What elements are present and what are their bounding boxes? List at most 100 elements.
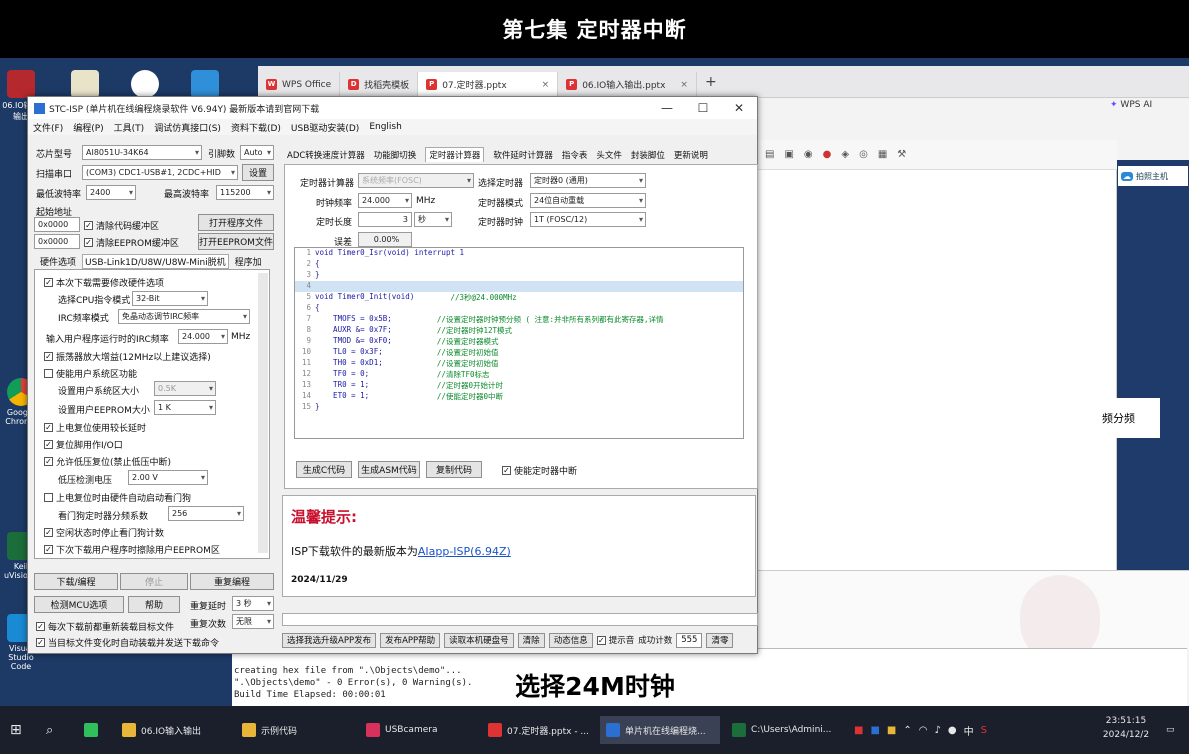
menu-program[interactable]: 编程(P)	[73, 121, 103, 134]
tip-version-link[interactable]: AIapp-ISP(6.94Z)	[418, 545, 511, 558]
clock[interactable]: 23:51:15 2024/12/2	[1098, 714, 1154, 742]
tab-offline[interactable]: USB-Link1D/U8W/U8W-Mini脱机	[82, 254, 229, 269]
irc-freq-select[interactable]: 24.000	[178, 329, 228, 344]
read-disk-button[interactable]: 读取本机硬盘号	[444, 632, 514, 648]
toolbar-icon[interactable]: ⚒	[897, 149, 906, 160]
wps-tab-home[interactable]: W WPS Office	[258, 71, 341, 98]
chk-auto-send[interactable]: ✓ 当目标文件变化时自动装载并发送下载命令	[36, 636, 219, 649]
tray-icon[interactable]: ■	[854, 725, 863, 736]
timer-tool-select[interactable]: 系统频率(FOSC)	[358, 173, 474, 188]
copy-code-button[interactable]: 复制代码	[426, 461, 482, 478]
minimize-button[interactable]: —	[649, 101, 685, 115]
publish-help-button[interactable]: 发布APP帮助	[380, 632, 441, 648]
wifi-icon[interactable]: ◠	[919, 725, 928, 736]
beep-checkbox[interactable]: ✓ 提示音	[596, 634, 634, 646]
stop-button[interactable]: 停止	[120, 573, 188, 590]
gen-c-button[interactable]: 生成C代码	[296, 461, 352, 478]
tab-pin-switch[interactable]: 功能脚切换	[374, 149, 417, 161]
option-idle-wdt[interactable]: ✓ 空闲状态时停止看门狗计数	[44, 526, 164, 539]
chk-reload[interactable]: ✓ 每次下载前都重新装载目标文件	[36, 620, 174, 633]
taskbar-item-io-folder[interactable]: 06.IO输入输出	[116, 716, 226, 744]
publish-app-button[interactable]: 选择我选升级APP发布	[282, 632, 377, 648]
tab-program[interactable]: 程序加	[235, 255, 262, 268]
tray-icon[interactable]: ⌃	[903, 725, 911, 736]
menu-download[interactable]: 资料下载(D)	[231, 121, 281, 134]
close-button[interactable]: ✕	[721, 101, 757, 115]
min-baud-select[interactable]: 2400	[86, 185, 136, 200]
menu-file[interactable]: 文件(F)	[33, 121, 63, 134]
gen-asm-button[interactable]: 生成ASM代码	[358, 461, 420, 478]
toolbar-icon[interactable]: ▣	[784, 149, 793, 160]
taskbar-item-keil[interactable]: C:\Users\Admini...	[726, 716, 842, 744]
ime-indicator[interactable]: 中	[964, 723, 974, 738]
toolbar-icon[interactable]: ▤	[765, 149, 774, 160]
tray-icon[interactable]: ■	[870, 725, 879, 736]
menu-debug[interactable]: 调试仿真接口(S)	[154, 121, 221, 134]
maximize-button[interactable]: ☐	[685, 101, 721, 115]
select-timer-select[interactable]: 定时器0 (通用)	[530, 173, 646, 188]
search-button[interactable]: ⌕	[40, 716, 59, 744]
code-addr-input[interactable]: 0x0000	[34, 217, 80, 232]
open-program-button[interactable]: 打开程序文件	[198, 214, 274, 231]
toolbar-icon[interactable]: ●	[823, 149, 832, 160]
option-reset-io[interactable]: ✓ 复位脚用作I/O口	[44, 438, 123, 451]
side-photo-button[interactable]: ☁ 拍照主机	[1118, 166, 1188, 186]
settings-button[interactable]: 设置	[242, 164, 274, 181]
cpu-mode-select[interactable]: 32-Bit	[132, 291, 208, 306]
option-erase-eeprom[interactable]: ✓ 下次下载用户程序时擦除用户EEPROM区	[44, 543, 220, 556]
option-osc-gain[interactable]: ✓ 振荡器放大增益(12MHz以上建议选择)	[44, 350, 211, 363]
clock-freq-select[interactable]: 24.000	[358, 193, 412, 208]
timer-clock-select[interactable]: 1T (FOSC/12)	[530, 212, 646, 227]
notification-button[interactable]: ▭	[1160, 716, 1181, 744]
reprogram-button[interactable]: 重复编程	[190, 573, 274, 590]
menu-tools[interactable]: 工具(T)	[114, 121, 145, 134]
max-baud-select[interactable]: 115200	[216, 185, 274, 200]
taskbar-item-sample-code[interactable]: 示例代码	[236, 716, 346, 744]
menu-english[interactable]: English	[369, 122, 402, 132]
tab-instructions[interactable]: 指令表	[562, 149, 588, 161]
close-icon[interactable]: ×	[542, 80, 550, 90]
timer-length-input[interactable]: 3	[358, 212, 412, 227]
option-user-sys[interactable]: 使能用户系统区功能	[44, 367, 137, 380]
reset-count-button[interactable]: 清零	[706, 632, 734, 648]
toolbar-icon[interactable]: ▦	[878, 149, 887, 160]
menu-usb-driver[interactable]: USB驱动安装(D)	[291, 121, 359, 134]
wdt-div-select[interactable]: 256	[168, 506, 244, 521]
volume-icon[interactable]: ♪	[934, 725, 940, 736]
taskbar-item-ppt[interactable]: 07.定时器.pptx - ...	[482, 716, 594, 744]
antivirus-icon[interactable]: S	[981, 725, 987, 736]
toolbar-icon[interactable]: ◎	[859, 149, 868, 160]
taskbar-item-usbcamera[interactable]: USBcamera	[360, 716, 470, 744]
option-long-delay[interactable]: ✓ 上电复位使用较长延时	[44, 421, 146, 434]
clear-code-checkbox[interactable]: ✓ 清除代码缓冲区	[84, 219, 159, 232]
check-mcu-button[interactable]: 检测MCU选项	[34, 596, 124, 613]
taskbar-item-isp[interactable]: 单片机在线编程烧...	[600, 716, 720, 744]
chip-select[interactable]: AI8051U-34K64	[82, 145, 202, 160]
option-wdt-auto[interactable]: 上电复位时由硬件自动启动看门狗	[44, 491, 191, 504]
editor-area[interactable]	[757, 170, 1117, 570]
generated-code[interactable]: 1 void Timer0_Isr(void) interrupt 1 2{ 3}…	[294, 247, 744, 439]
toolbar-icon[interactable]: ◉	[804, 149, 813, 160]
open-eeprom-button[interactable]: 打开EEPROM文件	[198, 233, 274, 250]
wps-tab-timer-ppt[interactable]: P 07.定时器.pptx ×	[418, 71, 559, 98]
wps-tab-template[interactable]: D 找稻壳模板	[340, 71, 419, 98]
wps-ai-button[interactable]: ✦ WPS AI	[1110, 100, 1152, 110]
start-button[interactable]: ⊞	[4, 716, 28, 744]
tab-release-notes[interactable]: 更新说明	[674, 149, 708, 161]
toolbar-icon[interactable]: ◈	[841, 149, 849, 160]
lvd-select[interactable]: 2.00 V	[128, 470, 208, 485]
options-scrollbar[interactable]	[258, 273, 268, 553]
port-select[interactable]: (COM3) CDC1-USB#1, 2CDC+HID	[82, 165, 238, 180]
repeat-delay-select[interactable]: 3 秒	[232, 596, 274, 611]
tab-hw-options[interactable]: 硬件选项	[40, 255, 76, 268]
tab-headers[interactable]: 头文件	[596, 149, 622, 161]
wps-tab-io-ppt[interactable]: P 06.IO输入输出.pptx ×	[558, 71, 697, 98]
tab-package[interactable]: 封装脚位	[631, 149, 665, 161]
option-modify-hw[interactable]: ✓ 本次下载需要修改硬件选项	[44, 276, 164, 289]
user-eeprom-select[interactable]: 1 K	[154, 400, 216, 415]
timer-unit-select[interactable]: 秒	[414, 212, 452, 227]
repeat-count-select[interactable]: 无限	[232, 614, 274, 629]
irc-mode-select[interactable]: 免晶动态调节IRC频率	[118, 309, 250, 324]
tab-timer-calc[interactable]: 定时器计算器	[425, 147, 485, 162]
close-icon[interactable]: ×	[680, 80, 688, 90]
